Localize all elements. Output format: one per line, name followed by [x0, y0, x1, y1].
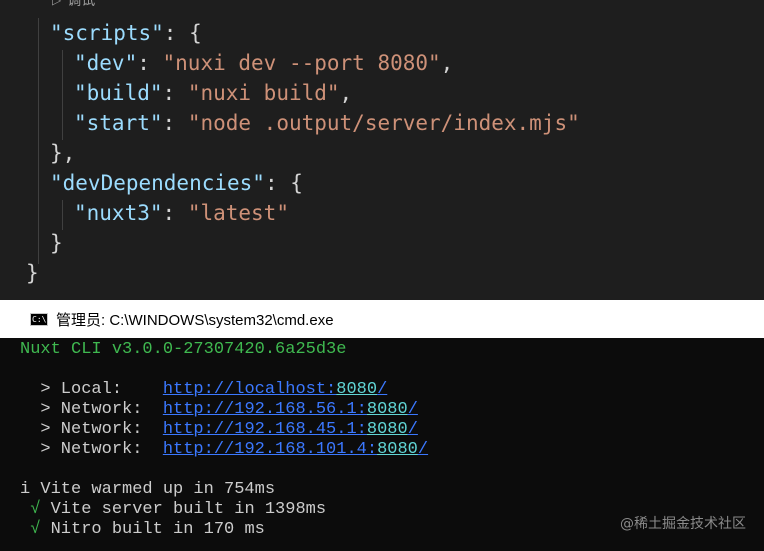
nitro-line: √ Nitro built in 170 ms	[20, 520, 265, 539]
code-line-dev: "dev": "nuxi dev --port 8080",	[74, 51, 454, 75]
terminal-icon: C:\	[30, 312, 48, 326]
local-url-link[interactable]: http://localhost:8080/	[163, 380, 387, 399]
network-url-link-1[interactable]: http://192.168.56.1:8080/	[163, 400, 418, 419]
network-url-link-2[interactable]: http://192.168.45.1:8080/	[163, 420, 418, 439]
vite-warm-line: i Vite warmed up in 754ms	[20, 480, 276, 499]
network-url-line: > Network: http://192.168.45.1:8080/	[20, 420, 418, 439]
cmd-window-title: 管理员: C:\WINDOWS\system32\cmd.exe	[56, 311, 334, 329]
indent-guide	[38, 18, 39, 264]
code-editor[interactable]: ▷ 调试 "scripts": { "dev": "nuxi dev --por…	[0, 0, 764, 300]
indent-guide	[62, 50, 63, 140]
code-line-close-root: }	[26, 261, 39, 285]
play-icon: ▷	[52, 0, 62, 7]
check-icon: √	[20, 500, 41, 519]
code-line-build: "build": "nuxi build",	[74, 81, 353, 105]
code-line-devdependencies: "devDependencies": {	[50, 171, 303, 195]
network-url-link-3[interactable]: http://192.168.101.4:8080/	[163, 440, 428, 459]
cmd-titlebar[interactable]: C:\ 管理员: C:\WINDOWS\system32\cmd.exe	[0, 300, 764, 338]
check-icon: √	[20, 520, 41, 539]
indent-guide	[62, 200, 63, 230]
code-line-scripts: "scripts": {	[50, 21, 202, 45]
watermark: @稀土掘金技术社区	[620, 516, 746, 532]
network-url-line: > Network: http://192.168.101.4:8080/	[20, 440, 429, 459]
debug-codelens-label: 调试	[67, 0, 96, 9]
code-line-nuxt3: "nuxt3": "latest"	[74, 201, 289, 225]
debug-codelens[interactable]: ▷ 调试	[52, 0, 95, 10]
cli-version-line: Nuxt CLI v3.0.0-27307420.6a25d3e	[20, 340, 347, 359]
code-line-close-scripts: },	[50, 141, 76, 165]
network-url-line: > Network: http://192.168.56.1:8080/	[20, 400, 418, 419]
code-line-start: "start": "node .output/server/index.mjs"	[74, 111, 580, 135]
local-url-line: > Local: http://localhost:8080/	[20, 380, 388, 399]
code-line-close-devdeps: }	[50, 231, 63, 255]
vite-server-line: √ Vite server built in 1398ms	[20, 500, 327, 519]
